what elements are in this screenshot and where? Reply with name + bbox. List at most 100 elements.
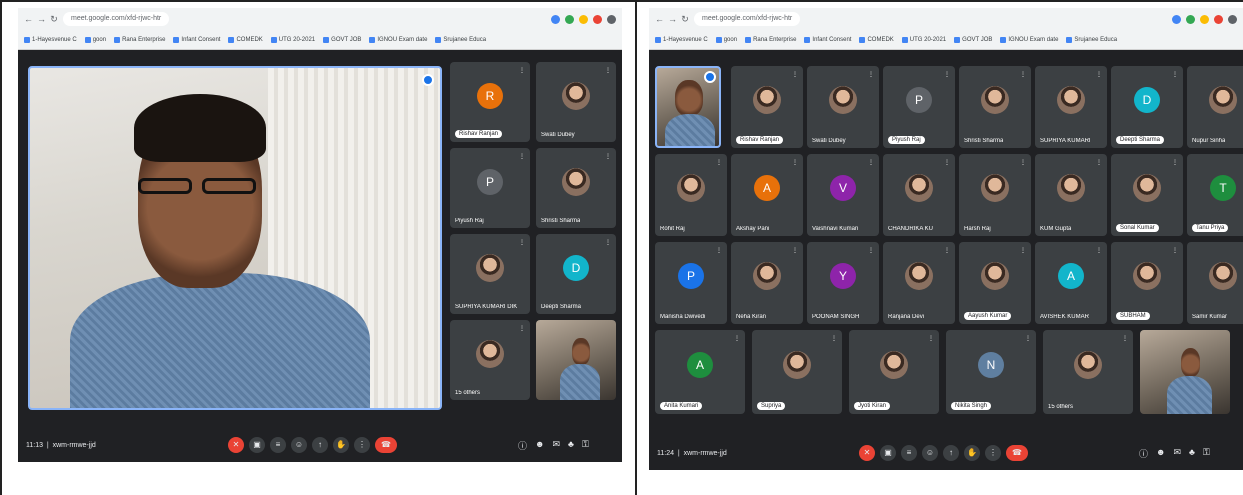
chat-icon[interactable]: ✉ [1174, 447, 1182, 460]
extension-icon[interactable] [1186, 14, 1195, 24]
mic-off-icon[interactable]: ✕ [859, 445, 875, 461]
participant-tile[interactable]: ⋮Nupur Sinha [1187, 66, 1243, 148]
captions-icon[interactable]: ≡ [270, 437, 286, 453]
reload-icon[interactable]: ↻ [50, 14, 58, 25]
participant-tile[interactable]: ⋮ Neha Kiran [731, 242, 803, 324]
participant-tile[interactable]: ⋮ Supriya [752, 330, 842, 414]
more-options-icon[interactable]: ⋮ [519, 67, 525, 75]
participant-tile[interactable]: ⋮ Rohit Raj [655, 154, 727, 236]
bookmark-item[interactable]: GOVT JOB [323, 36, 361, 43]
camera-icon[interactable]: ▣ [249, 437, 265, 453]
bookmark-item[interactable]: Srujanee Educa [435, 36, 486, 43]
participant-tile[interactable]: ⋮ Swati Dubey [536, 62, 616, 142]
extension-icon[interactable] [1228, 14, 1237, 24]
more-options-icon[interactable]: ⋮ [1025, 335, 1031, 343]
pin-icon[interactable] [704, 71, 716, 83]
raise-hand-icon[interactable]: ✋ [333, 437, 349, 453]
bookmark-item[interactable]: UTG 20-2021 [901, 36, 946, 43]
participant-tile[interactable]: A ⋮ Anita Kumari [655, 330, 745, 414]
self-video-tile[interactable] [1140, 330, 1230, 414]
more-options-icon[interactable]: ⋮ [1020, 159, 1026, 167]
participant-tile[interactable]: ⋮ Shristi Sharma [536, 148, 616, 228]
more-options-icon[interactable]: ⋮ [1020, 71, 1026, 79]
extension-icon[interactable] [579, 14, 588, 24]
extension-icon[interactable] [607, 14, 616, 24]
more-options-icon[interactable]: ⋮ [868, 247, 874, 255]
more-options-icon[interactable]: ⋮ [792, 247, 798, 255]
participant-tile[interactable]: D ⋮ Deepti Sharma [1111, 66, 1183, 148]
present-icon[interactable]: ↑ [312, 437, 328, 453]
extension-icon[interactable] [1200, 14, 1209, 24]
self-video-tile[interactable] [536, 320, 616, 400]
participant-tile[interactable]: ⋮ CHANDRIKA KU [883, 154, 955, 236]
more-options-icon[interactable]: ⋮ [605, 67, 611, 75]
bookmark-item[interactable]: Infant Consent [804, 36, 851, 43]
bookmark-item[interactable]: Rana Enterprise [114, 36, 165, 43]
end-call-icon[interactable]: ☎ [1006, 445, 1028, 461]
people-icon[interactable]: ☻ [1156, 447, 1165, 460]
activities-icon[interactable]: ♣ [568, 439, 574, 452]
bookmark-item[interactable]: Infant Consent [173, 36, 220, 43]
info-icon[interactable]: ⓘ [1139, 447, 1148, 460]
emoji-icon[interactable]: ☺ [291, 437, 307, 453]
participant-tile[interactable]: ⋮Samir Kumar [1187, 242, 1243, 324]
more-options-icon[interactable]: ⋮ [1020, 247, 1026, 255]
participant-tile[interactable]: T⋮Tanu Priya [1187, 154, 1243, 236]
more-options-icon[interactable]: ⋮ [716, 159, 722, 167]
participant-tile[interactable]: ⋮ Jyoti Kiran [849, 330, 939, 414]
participant-tile[interactable]: ⋮ Aayush Kumar [959, 242, 1031, 324]
extension-icon[interactable] [1172, 14, 1181, 24]
participant-tile[interactable]: D ⋮ Deepti Sharma [536, 234, 616, 314]
participant-tile[interactable]: ⋮ Sonal Kumar [1111, 154, 1183, 236]
participant-tile[interactable]: A ⋮ AVISHEK KUMAR [1035, 242, 1107, 324]
main-speaker-video[interactable] [28, 66, 442, 410]
more-options-icon[interactable]: ⋮ [1172, 71, 1178, 79]
chat-icon[interactable]: ✉ [553, 439, 561, 452]
participant-tile[interactable]: ⋮ 15 others [450, 320, 530, 400]
more-options-icon[interactable]: ⋮ [1096, 247, 1102, 255]
bookmark-item[interactable]: Srujanee Educa [1066, 36, 1117, 43]
captions-icon[interactable]: ≡ [901, 445, 917, 461]
bookmark-item[interactable]: Rana Enterprise [745, 36, 796, 43]
address-bar[interactable]: meet.google.com/xfd-rjwc-htr [63, 12, 170, 26]
pin-icon[interactable] [422, 74, 434, 86]
more-options-icon[interactable]: ⋮ [1122, 335, 1128, 343]
more-options-icon[interactable]: ⋮ [519, 325, 525, 333]
raise-hand-icon[interactable]: ✋ [964, 445, 980, 461]
more-options-icon[interactable]: ⋮ [1096, 71, 1102, 79]
more-options-icon[interactable]: ⋮ [519, 153, 525, 161]
participant-tile[interactable]: ⋮ SUBHAM [1111, 242, 1183, 324]
participant-tile[interactable]: ⋮ Swati Dubey [807, 66, 879, 148]
back-icon[interactable]: ← [24, 14, 33, 24]
participant-tile[interactable]: ⋮ 15 others [1043, 330, 1133, 414]
bookmark-item[interactable]: IGNOU Exam date [1000, 36, 1058, 43]
more-options-icon[interactable]: ⋮ [792, 71, 798, 79]
bookmark-item[interactable]: goon [715, 36, 737, 43]
participant-tile[interactable]: A ⋮ Akshay Pani [731, 154, 803, 236]
forward-icon[interactable]: → [668, 14, 677, 24]
lock-icon[interactable]: ⚿ [582, 439, 589, 452]
extension-icon[interactable] [565, 14, 574, 24]
forward-icon[interactable]: → [37, 14, 46, 24]
bookmark-item[interactable]: COMEDK [228, 36, 263, 43]
address-bar[interactable]: meet.google.com/xfd-rjwc-htr [694, 12, 801, 26]
participant-tile[interactable]: ⋮ Rishav Ranjan [731, 66, 803, 148]
participant-tile[interactable]: Y ⋮ POONAM SINGH [807, 242, 879, 324]
more-options-icon[interactable]: ⋮ [519, 239, 525, 247]
back-icon[interactable]: ← [655, 14, 664, 24]
extension-icon[interactable] [593, 14, 602, 24]
more-options-icon[interactable]: ⋮ [1096, 159, 1102, 167]
self-view-tile[interactable] [655, 66, 721, 148]
reload-icon[interactable]: ↻ [681, 14, 689, 25]
more-options-icon[interactable]: ⋮ [944, 71, 950, 79]
bookmark-item[interactable]: UTG 20-2021 [270, 36, 315, 43]
participant-tile[interactable]: ⋮ Harsh Raj [959, 154, 1031, 236]
more-options-icon[interactable]: ⋮ [605, 239, 611, 247]
present-icon[interactable]: ↑ [943, 445, 959, 461]
more-options-icon[interactable]: ⋮ [734, 335, 740, 343]
bookmark-item[interactable]: COMEDK [859, 36, 894, 43]
more-options-icon[interactable]: ⋮ [868, 159, 874, 167]
mic-off-icon[interactable]: ✕ [228, 437, 244, 453]
participant-tile[interactable]: P ⋮ Piyush Raj [883, 66, 955, 148]
more-options-icon[interactable]: ⋮ [928, 335, 934, 343]
